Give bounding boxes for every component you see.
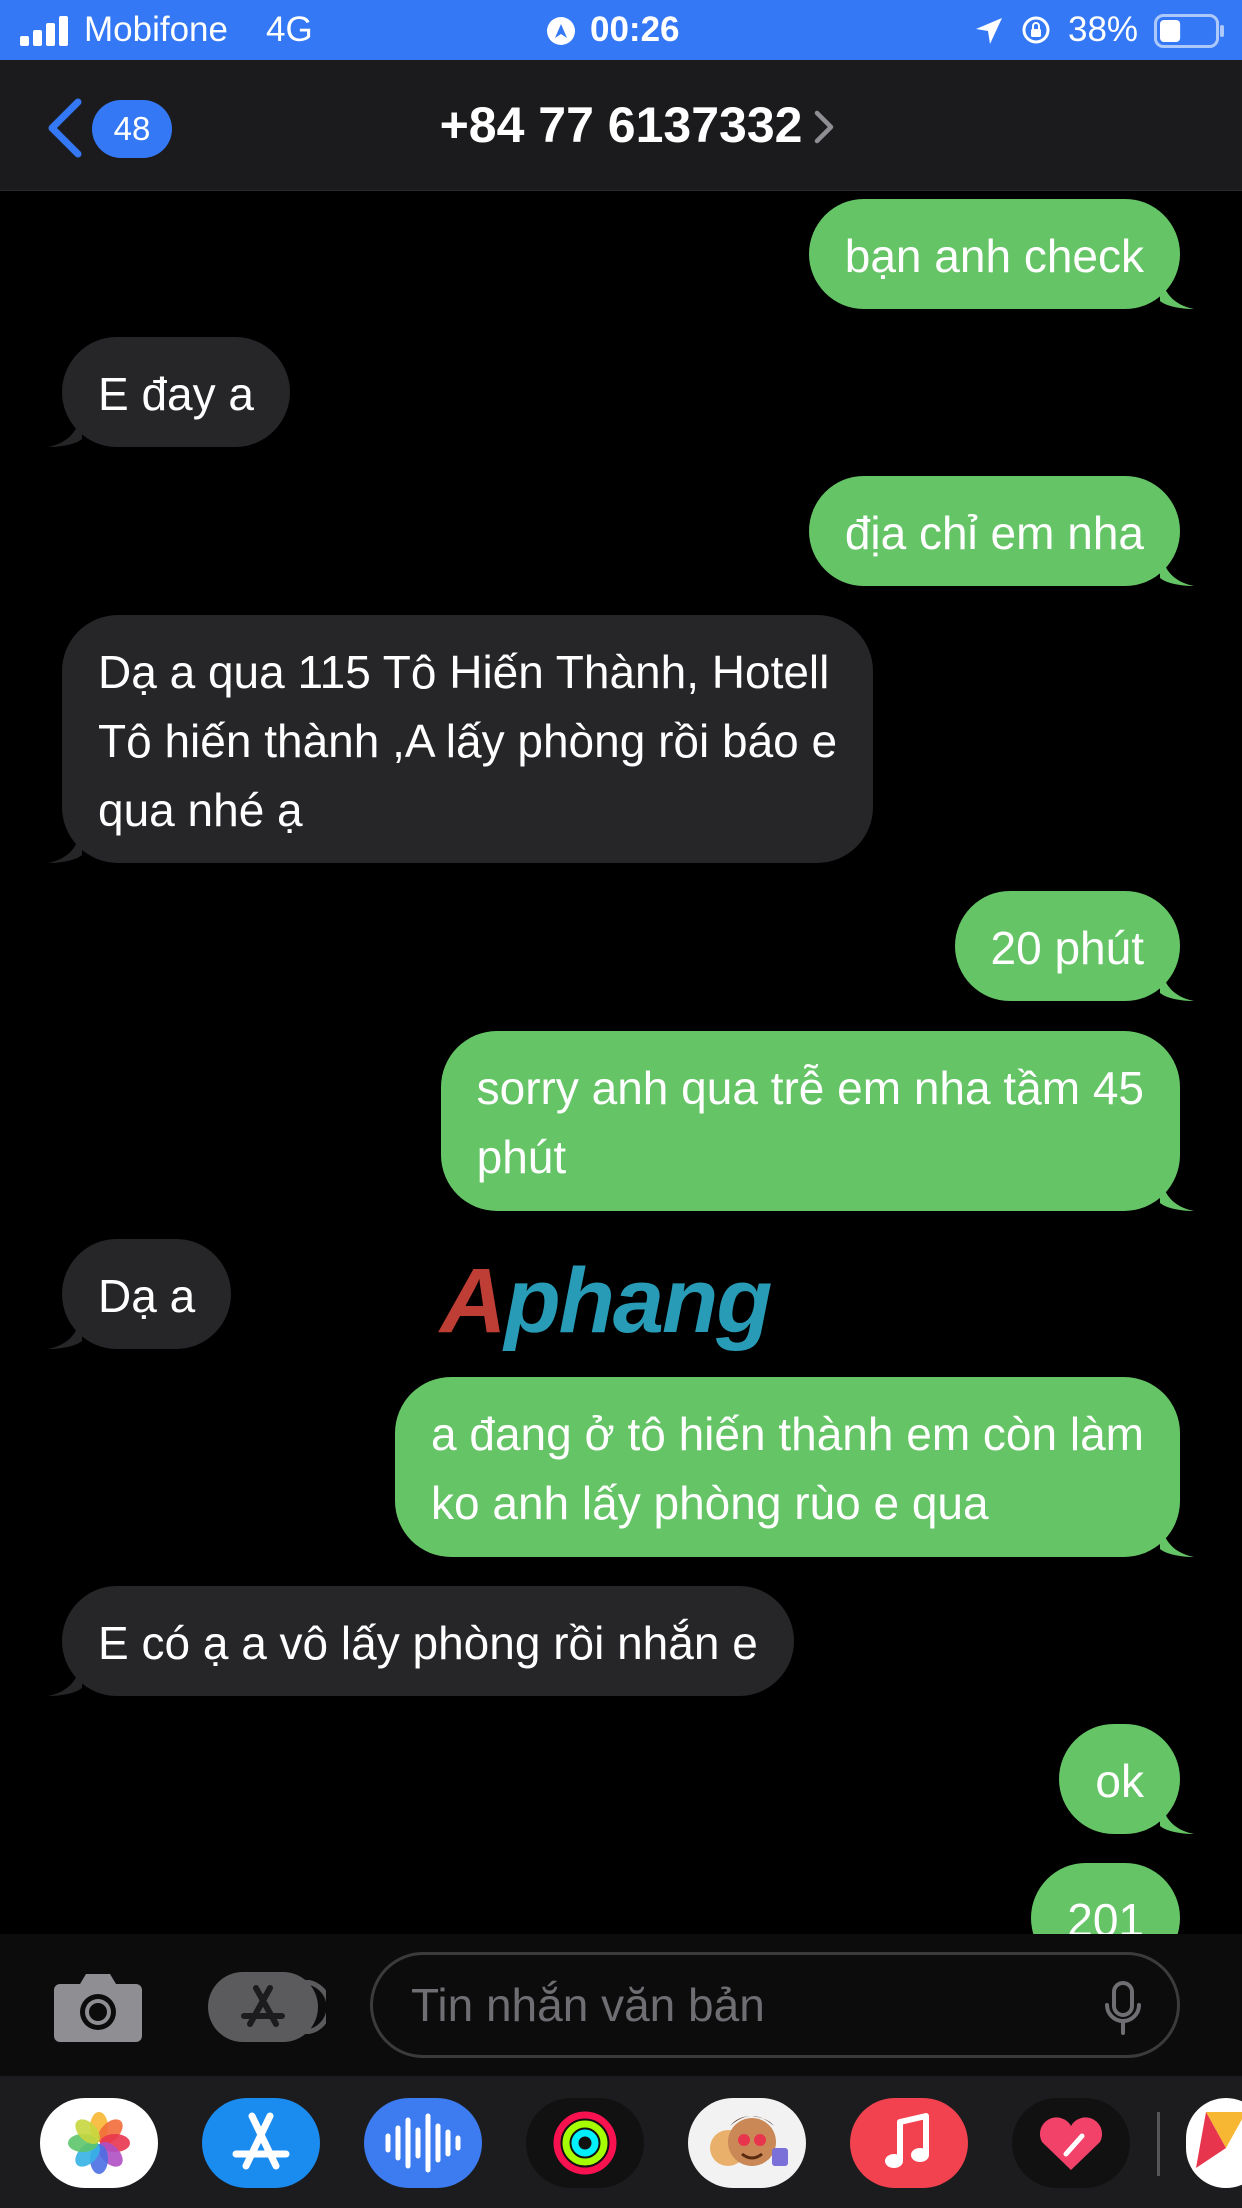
message-bubble-sent[interactable]: ok [1059,1724,1194,1834]
heart-touch-icon [1039,2117,1103,2170]
message-text-line: Dạ a qua 115 Tô Hiến Thành, Hotell [98,646,830,698]
activity-app-icon[interactable] [526,2098,644,2188]
screen-recording-icon [547,17,575,45]
message-text-line: phút [476,1131,567,1183]
bubble-tail [48,823,82,863]
message-text: E đay a [98,368,254,420]
bubble-tail [1160,1794,1194,1834]
music-app-icon[interactable] [850,2098,968,2188]
message-thread[interactable]: bạn anh check E đay a địa chỉ em nha Dạ … [0,191,1242,1934]
microphone-icon[interactable] [1103,1981,1143,2035]
bubble-tail [1160,1171,1194,1211]
bubble-tail [1160,269,1194,309]
message-bubble-sent[interactable]: địa chỉ em nha [808,476,1194,586]
message-bubble-sent[interactable]: a đang ở tô hiến thành em còn làm ko anh… [395,1377,1194,1557]
message-text: Dạ a [98,1270,196,1322]
message-bubble-received[interactable]: E đay a [48,337,290,447]
app-store-icon [241,1985,285,2027]
bubble-tail [1160,961,1194,1001]
waveform-icon [385,2113,461,2173]
dock-divider [1157,2112,1160,2176]
message-text: E có ạ a vô lấy phòng rồi nhắn e [98,1617,758,1669]
rotation-lock-icon [1022,16,1050,44]
message-text-line: a đang ở tô hiến thành em còn làm [431,1408,1144,1460]
watermark-logo: Aphang [440,1249,772,1354]
bubble-tail [1160,1517,1194,1557]
app-store-app-icon[interactable] [202,2098,320,2188]
photos-flower-icon [68,2112,130,2174]
compose-bar: Tin nhắn văn bản [0,1934,1242,2076]
battery-percent: 38% [1068,10,1139,49]
bubble-tail [48,407,82,447]
chevron-right-icon[interactable] [812,108,836,146]
message-text: 20 phút [990,922,1144,974]
conversation-header: 48 +84 77 6137332 [0,60,1242,191]
message-input-placeholder: Tin nhắn văn bản [411,1979,765,2031]
message-bubble-sent[interactable]: 20 phút [954,891,1194,1001]
battery-icon [1154,14,1224,48]
activity-rings-icon [553,2111,617,2175]
maps-app-icon[interactable] [1186,2098,1242,2188]
digital-touch-app-icon[interactable] [1012,2098,1130,2188]
carrier-name: Mobifone [84,10,228,49]
bubble-tail [1160,546,1194,586]
message-text-line: qua nhé ạ [98,784,303,836]
memoji-face-icon [710,2116,788,2166]
bubble-tail [48,1656,82,1696]
message-text-line: Tô hiến thành ,A lấy phòng rồi báo e [98,715,838,767]
memoji-app-icon[interactable] [688,2098,806,2188]
camera-icon[interactable] [52,1970,144,2044]
music-note-icon [885,2113,929,2168]
bubble-tail [48,1309,82,1349]
clock: 00:26 [590,10,680,49]
message-text: ok [1095,1755,1144,1807]
watermark-part: phang [504,1250,772,1352]
contact-title[interactable]: +84 77 6137332 [0,60,1242,190]
message-bubble-sent[interactable]: 201 [1031,1863,1180,1934]
message-text: bạn anh check [844,230,1144,282]
signal-icon [20,16,68,46]
message-text-line: sorry anh qua trễ em nha tầm 45 [476,1062,1144,1114]
app-drawer-button[interactable] [208,1972,326,2042]
message-text: địa chỉ em nha [844,507,1144,559]
message-text-line: ko anh lấy phòng rùo e qua [431,1477,989,1529]
network-type: 4G [266,10,313,49]
app-drawer-edge-icon [303,1980,326,2034]
message-bubble-received[interactable]: Dạ a qua 115 Tô Hiến Thành, Hotell Tô hi… [48,615,874,863]
imessage-app-dock [0,2076,1242,2208]
app-store-glyph-icon [232,2112,290,2170]
message-bubble-sent[interactable]: sorry anh qua trễ em nha tầm 45 phút [440,1031,1194,1211]
status-bar: Mobifone 4G 00:26 38% [0,0,1242,60]
photos-app-icon[interactable] [40,2098,158,2188]
message-bubble-received[interactable]: E có ạ a vô lấy phòng rồi nhắn e [48,1586,794,1696]
watermark-part: A [440,1250,506,1352]
message-bubble-received[interactable]: Dạ a [48,1239,232,1349]
location-icon [976,18,1002,44]
message-bubble-sent[interactable]: bạn anh check [808,199,1194,309]
audio-messages-app-icon[interactable] [364,2098,482,2188]
message-input[interactable]: Tin nhắn văn bản [370,1952,1180,2058]
map-pin-icon [1196,2112,1242,2168]
message-text: 201 [1067,1894,1144,1934]
